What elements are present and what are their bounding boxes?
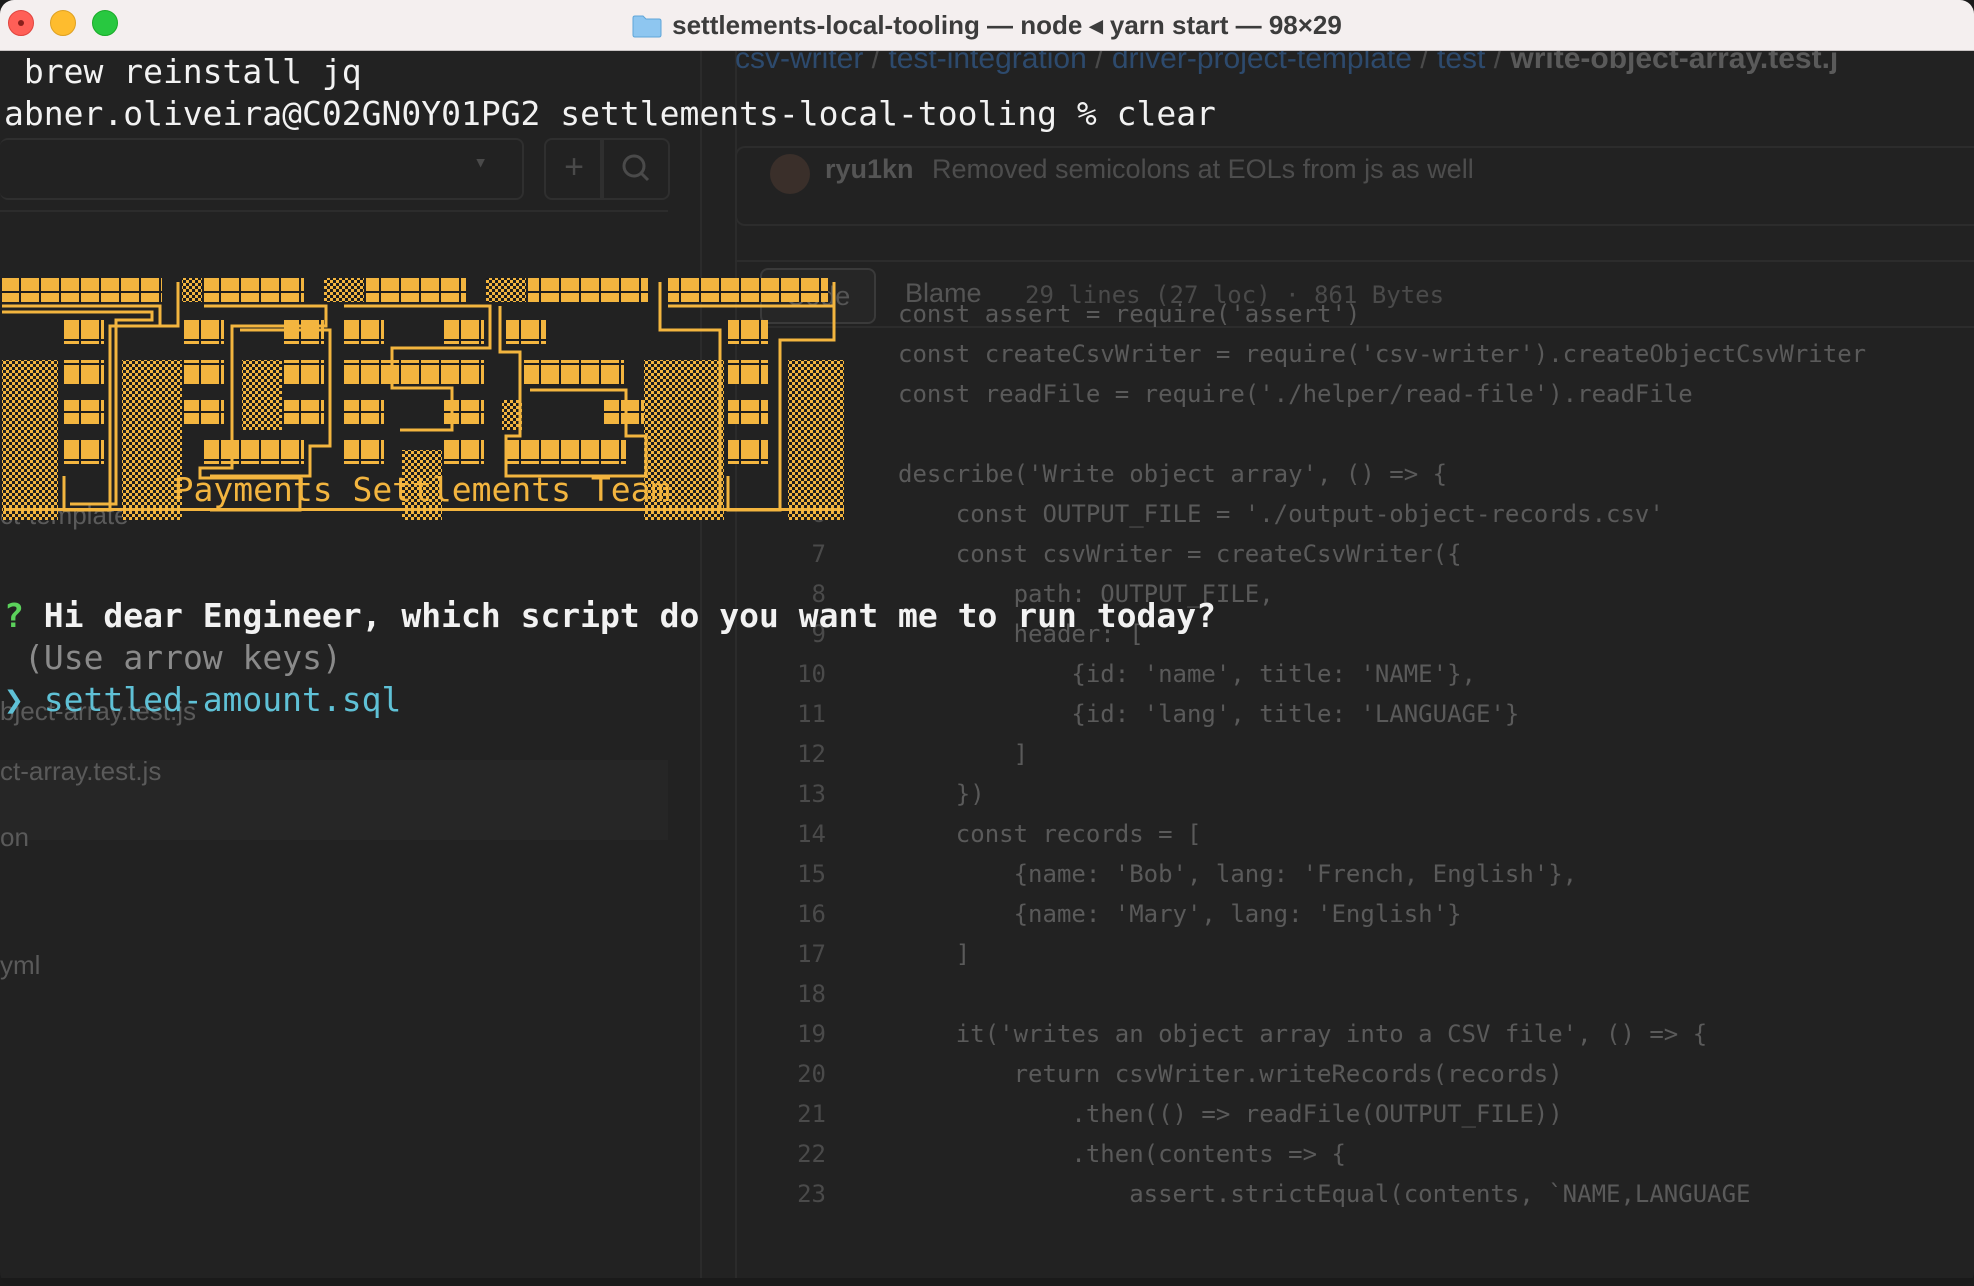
window-bottom-edge bbox=[0, 1278, 1974, 1286]
banner-underline bbox=[4, 508, 844, 511]
minimize-button[interactable] bbox=[50, 10, 76, 36]
terminal-content: brew reinstall jq abner.oliveira@C02GN0Y… bbox=[0, 50, 1974, 1286]
prompt-question: Hi dear Engineer, which script do you wa… bbox=[43, 596, 1216, 635]
terminal-window: ▾ + ct-template bject-array.test.js ct-a… bbox=[0, 0, 1974, 1286]
terminal-prompt-line: abner.oliveira@C02GN0Y01PG2 settlements-… bbox=[4, 94, 1216, 133]
window-title-text: settlements-local-tooling — node ◂ yarn … bbox=[672, 9, 1342, 40]
title-bar: settlements-local-tooling — node ◂ yarn … bbox=[0, 0, 1974, 51]
terminal-history-line: brew reinstall jq bbox=[4, 52, 362, 91]
menu-option-selected[interactable]: ❯ settled-amount.sql bbox=[4, 680, 401, 720]
team-name-label: Payments Settlements Team bbox=[173, 470, 671, 509]
option-label: settled-amount.sql bbox=[43, 680, 402, 719]
pointer-icon: ❯ bbox=[4, 680, 24, 719]
folder-icon bbox=[632, 14, 662, 38]
prompt-question-line: ? Hi dear Engineer, which script do you … bbox=[4, 596, 1216, 636]
window-controls bbox=[8, 10, 118, 36]
prompt-hint: (Use arrow keys) bbox=[24, 638, 342, 677]
window-title: settlements-local-tooling — node ◂ yarn … bbox=[632, 10, 1342, 41]
close-button[interactable] bbox=[8, 10, 34, 36]
zoom-button[interactable] bbox=[92, 10, 118, 36]
question-mark-icon: ? bbox=[4, 596, 24, 635]
